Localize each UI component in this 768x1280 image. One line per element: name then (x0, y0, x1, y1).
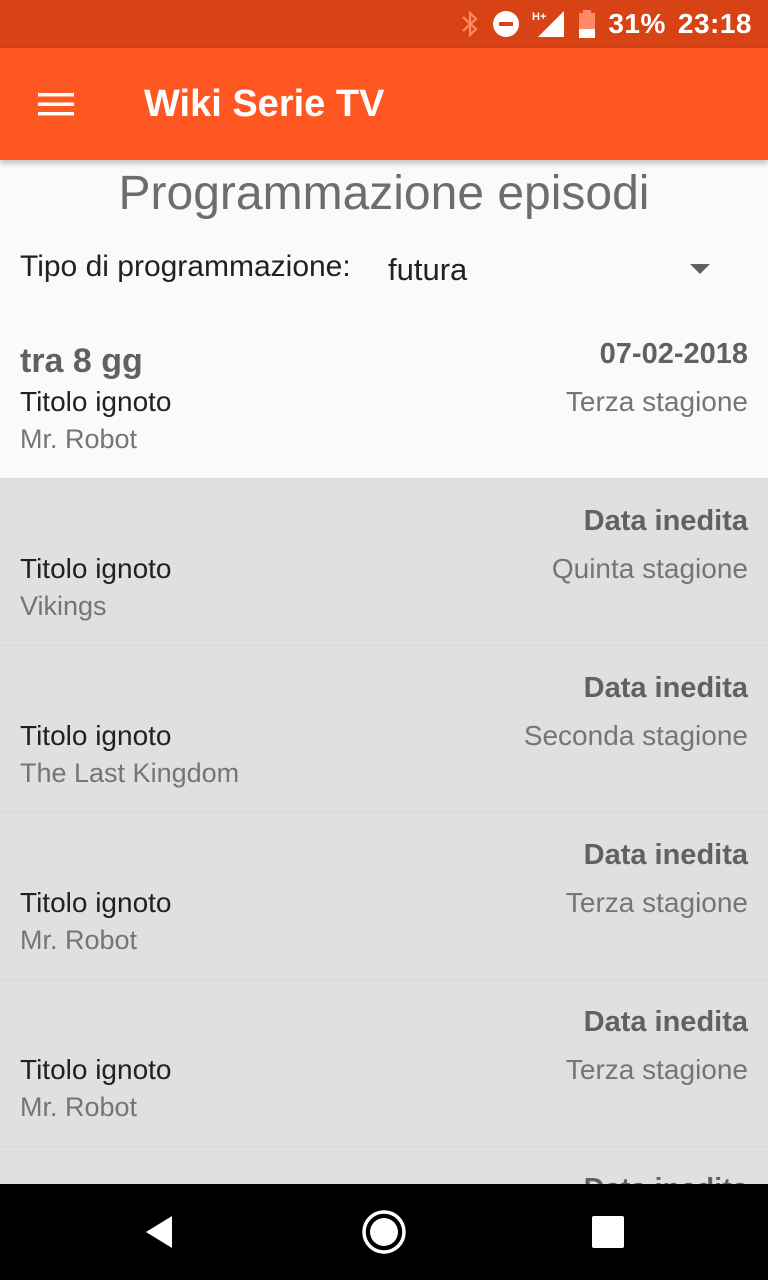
list-item[interactable]: Data inedita Titolo ignoto Quinta stagio… (0, 479, 768, 646)
app-toolbar: Wiki Serie TV (0, 48, 768, 160)
episode-date: Data inedita (584, 1173, 748, 1184)
dropdown-arrow-icon (690, 264, 710, 274)
episode-series: Mr. Robot (20, 925, 138, 955)
list-item[interactable]: tra 8 gg 07-02-2018 Titolo ignoto Terza … (0, 312, 768, 479)
bluetooth-icon (460, 9, 480, 39)
hamburger-menu-icon[interactable] (24, 80, 88, 128)
episode-list: tra 8 gg 07-02-2018 Titolo ignoto Terza … (0, 312, 768, 1184)
battery-icon (578, 9, 596, 39)
do-not-disturb-icon (492, 10, 520, 38)
episode-date: Data inedita (583, 1006, 748, 1038)
episode-series: Mr. Robot (20, 424, 138, 454)
app-title: Wiki Serie TV (144, 83, 385, 125)
episode-title: Titolo ignoto (20, 887, 172, 918)
episode-season: Seconda stagione (523, 720, 748, 751)
episode-season: Terza stagione (565, 386, 748, 417)
list-item[interactable]: Data inedita Titolo ignoto Seconda stagi… (0, 646, 768, 813)
episode-series: Vikings (20, 591, 107, 621)
clock: 23:18 (677, 8, 752, 39)
episode-series: Mr. Robot (20, 1092, 138, 1122)
episode-date: Data inedita (583, 505, 748, 537)
episode-title: Titolo ignoto (20, 720, 172, 751)
list-item[interactable]: Data inedita Titolo ignoto Terza stagion… (0, 980, 768, 1147)
list-item[interactable]: Data inedita (0, 1147, 768, 1184)
system-nav-bar (0, 1184, 768, 1280)
episode-date: Data inedita (583, 839, 748, 871)
filter-label: Tipo di programmazione: (20, 250, 351, 283)
episode-season: Quinta stagione (551, 553, 748, 584)
episode-series: The Last Kingdom (20, 758, 240, 788)
status-icons: H+ 31% 23:18 (460, 0, 752, 48)
svg-text:H+: H+ (532, 11, 546, 23)
episode-title: Titolo ignoto (20, 386, 172, 417)
episode-season: Terza stagione (565, 1054, 748, 1085)
back-icon[interactable] (136, 1208, 184, 1256)
signal-hplus-icon: H+ (532, 9, 566, 39)
episode-date: 07-02-2018 (599, 338, 748, 370)
episode-date: Data inedita (583, 672, 748, 704)
episode-title: Titolo ignoto (20, 553, 172, 584)
list-item[interactable]: Data inedita Titolo ignoto Terza stagion… (0, 813, 768, 980)
episode-season: Terza stagione (565, 887, 748, 918)
episode-title: Titolo ignoto (20, 1054, 172, 1085)
page-title: Programmazione episodi (118, 167, 650, 220)
status-bar: H+ 31% 23:18 (0, 0, 768, 48)
recents-icon[interactable] (584, 1208, 632, 1256)
episode-countdown: tra 8 gg (20, 342, 143, 380)
dropdown-selected-value: futura (388, 252, 468, 287)
programming-type-dropdown[interactable]: futura (386, 248, 726, 296)
main-content: Programmazione episodi Tipo di programma… (0, 160, 768, 1184)
home-icon[interactable] (360, 1208, 408, 1256)
battery-percentage: 31% (608, 8, 666, 39)
